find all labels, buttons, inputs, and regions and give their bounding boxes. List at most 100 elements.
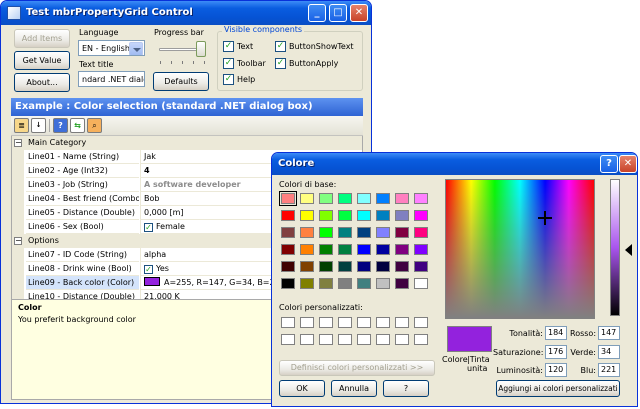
basic-color-swatch[interactable] — [281, 210, 295, 221]
basic-color-swatch[interactable] — [357, 244, 371, 255]
close-button[interactable]: ✕ — [350, 4, 368, 22]
custom-color-swatch[interactable] — [300, 334, 314, 345]
red-input[interactable]: 147 — [598, 326, 620, 340]
basic-color-swatch[interactable] — [338, 244, 352, 255]
luminosity-slider-arrow-icon[interactable] — [625, 244, 632, 256]
sort-az-icon[interactable]: ↓ — [31, 118, 46, 133]
basic-color-swatch[interactable] — [357, 261, 371, 272]
basic-color-swatch[interactable] — [338, 210, 352, 221]
blue-input[interactable]: 221 — [598, 363, 620, 377]
get-value-button[interactable]: Get Value — [14, 51, 70, 70]
custom-color-swatch[interactable] — [357, 317, 371, 328]
color-spectrum[interactable] — [445, 179, 595, 319]
basic-color-swatch[interactable] — [300, 261, 314, 272]
basic-color-swatch[interactable] — [414, 244, 428, 255]
basic-color-swatch[interactable] — [414, 261, 428, 272]
basic-color-swatch[interactable] — [395, 227, 409, 238]
add-to-custom-colors-button[interactable]: Aggiungi ai colori personalizzati — [496, 380, 620, 397]
custom-color-swatch[interactable] — [414, 334, 428, 345]
checkbox-icon[interactable]: ✓ — [144, 265, 153, 274]
basic-color-swatch[interactable] — [376, 193, 390, 204]
basic-color-swatch[interactable] — [414, 278, 428, 289]
help-button[interactable]: ? — [383, 380, 429, 397]
basic-color-swatch[interactable] — [414, 227, 428, 238]
basic-color-swatch[interactable] — [300, 193, 314, 204]
custom-color-swatch[interactable] — [357, 334, 371, 345]
basic-color-swatch[interactable] — [300, 227, 314, 238]
collapse-icon[interactable]: − — [14, 139, 22, 147]
basic-color-swatch[interactable] — [319, 278, 333, 289]
custom-color-swatch[interactable] — [281, 317, 295, 328]
basic-color-swatch[interactable] — [338, 261, 352, 272]
buttonapply-checkbox[interactable]: ✓ — [275, 58, 286, 69]
close-button[interactable]: ✕ — [619, 155, 637, 173]
basic-color-swatch[interactable] — [281, 227, 295, 238]
green-input[interactable]: 34 — [598, 345, 620, 359]
chevron-down-icon[interactable] — [129, 42, 143, 55]
basic-color-swatch[interactable] — [395, 278, 409, 289]
defaults-button[interactable]: Defaults — [153, 72, 209, 91]
luminosity-input[interactable]: 120 — [545, 363, 567, 377]
hue-input[interactable]: 184 — [545, 326, 567, 340]
text-title-input[interactable]: ndard .NET dialo — [78, 71, 145, 87]
basic-color-swatch[interactable] — [319, 210, 333, 221]
language-combo[interactable]: EN - English — [78, 40, 145, 56]
custom-color-swatch[interactable] — [281, 334, 295, 345]
basic-color-swatch[interactable] — [395, 244, 409, 255]
categorized-icon[interactable]: ≣ — [14, 118, 29, 133]
basic-color-swatch[interactable] — [319, 227, 333, 238]
custom-color-swatch[interactable] — [395, 334, 409, 345]
basic-color-swatch[interactable] — [338, 193, 352, 204]
help-checkbox[interactable]: ✓ — [223, 74, 234, 85]
ok-button[interactable]: OK — [279, 380, 325, 397]
basic-color-swatch[interactable] — [395, 193, 409, 204]
basic-color-swatch[interactable] — [319, 261, 333, 272]
basic-color-swatch[interactable] — [300, 278, 314, 289]
checkbox-icon[interactable]: ✓ — [144, 223, 153, 232]
color-dialog-titlebar[interactable]: Colore ? ✕ — [272, 153, 637, 175]
basic-color-swatch[interactable] — [357, 210, 371, 221]
search-icon[interactable]: ⌕ — [87, 118, 102, 133]
basic-color-swatch[interactable] — [414, 210, 428, 221]
basic-color-swatch[interactable] — [376, 278, 390, 289]
custom-color-swatch[interactable] — [319, 317, 333, 328]
basic-color-swatch[interactable] — [281, 278, 295, 289]
basic-color-swatch[interactable] — [376, 227, 390, 238]
basic-color-swatch[interactable] — [281, 261, 295, 272]
basic-color-swatch[interactable] — [376, 244, 390, 255]
toolbar-checkbox[interactable]: ✓ — [223, 58, 234, 69]
custom-color-swatch[interactable] — [300, 317, 314, 328]
custom-color-swatch[interactable] — [395, 317, 409, 328]
basic-color-swatch[interactable] — [395, 261, 409, 272]
basic-color-swatch[interactable] — [357, 227, 371, 238]
custom-color-swatch[interactable] — [338, 334, 352, 345]
basic-color-swatch[interactable] — [281, 244, 295, 255]
basic-color-swatch[interactable] — [338, 227, 352, 238]
grid-category-row[interactable]: − Main Category — [12, 136, 362, 150]
basic-color-swatch[interactable] — [319, 193, 333, 204]
cancel-button[interactable]: Annulla — [331, 380, 377, 397]
custom-color-swatch[interactable] — [319, 334, 333, 345]
define-custom-colors-button[interactable]: Definisci colori personalizzati >> — [279, 360, 435, 376]
basic-color-swatch[interactable] — [357, 278, 371, 289]
refresh-icon[interactable]: ⇆ — [70, 118, 85, 133]
custom-color-swatch[interactable] — [414, 317, 428, 328]
luminosity-bar[interactable] — [610, 179, 620, 316]
minimize-button[interactable]: _ — [308, 4, 326, 22]
maximize-button[interactable]: □ — [329, 4, 347, 22]
basic-color-swatch[interactable] — [319, 244, 333, 255]
collapse-icon[interactable]: − — [14, 237, 22, 245]
basic-color-swatch[interactable] — [376, 261, 390, 272]
buttonshowtext-checkbox[interactable]: ✓ — [275, 41, 286, 52]
basic-color-swatch[interactable] — [279, 191, 297, 206]
basic-color-swatch[interactable] — [357, 193, 371, 204]
basic-color-swatch[interactable] — [376, 210, 390, 221]
main-titlebar[interactable]: Test mbrPropertyGrid Control _ □ ✕ — [1, 1, 371, 25]
custom-color-swatch[interactable] — [376, 317, 390, 328]
custom-color-swatch[interactable] — [376, 334, 390, 345]
help-title-button[interactable]: ? — [600, 155, 618, 173]
add-items-button[interactable]: Add Items — [14, 29, 70, 48]
progress-slider-thumb[interactable] — [196, 41, 206, 57]
basic-color-swatch[interactable] — [395, 210, 409, 221]
basic-color-swatch[interactable] — [300, 210, 314, 221]
